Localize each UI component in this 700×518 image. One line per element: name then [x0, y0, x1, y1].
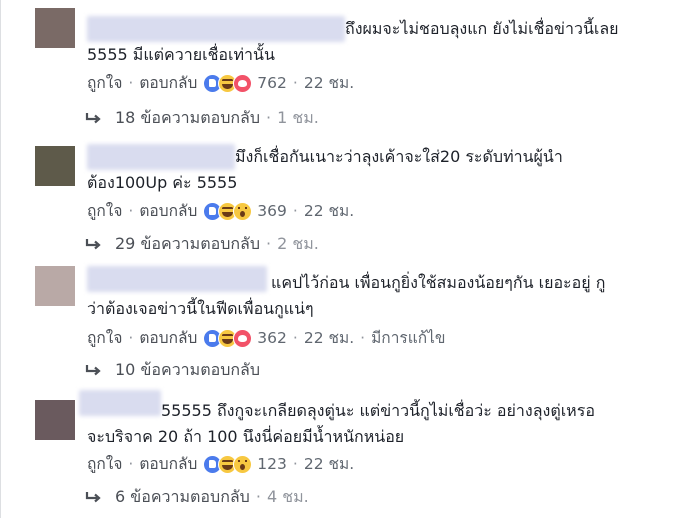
- reply-arrow-icon: [85, 491, 101, 503]
- replies-timestamp: 1 ชม.: [277, 108, 319, 127]
- avatar[interactable]: [35, 146, 75, 186]
- comment-timestamp[interactable]: 22 ชม.: [304, 200, 354, 222]
- wow-icon: [233, 454, 253, 474]
- comment-actions: ถูกใจ · ตอบกลับ 362 · 22 ชม. · มีการแก้ไ…: [87, 327, 446, 349]
- reply-arrow-icon: [85, 112, 101, 124]
- view-replies-link[interactable]: 18 ข้อความตอบกลับ · 1 ชม.: [85, 107, 319, 129]
- reply-arrow-icon: [85, 238, 101, 250]
- like-link[interactable]: ถูกใจ: [87, 453, 122, 475]
- reactions-summary[interactable]: 762: [203, 72, 287, 94]
- like-link[interactable]: ถูกใจ: [87, 200, 122, 222]
- separator-dot: ·: [266, 234, 272, 253]
- author-name-redacted[interactable]: [79, 390, 161, 416]
- avatar[interactable]: [35, 400, 75, 440]
- view-replies-link[interactable]: 29 ข้อความตอบกลับ · 2 ชม.: [85, 233, 319, 255]
- reaction-count: 123: [257, 455, 287, 473]
- reaction-count: 369: [257, 202, 287, 220]
- separator-dot: ·: [292, 329, 298, 347]
- comment-text-line: 5555 มีแต่ควายเชื่อเท่านั้น: [87, 45, 275, 64]
- comment-actions: ถูกใจ · ตอบกลับ 369 · 22 ชม.: [87, 200, 354, 222]
- love-icon: [233, 73, 253, 93]
- replies-count-label[interactable]: 29 ข้อความตอบกลับ: [115, 233, 260, 255]
- separator-dot: ·: [292, 455, 298, 473]
- avatar[interactable]: [35, 8, 75, 48]
- replies-count-label[interactable]: 6 ข้อความตอบกลับ: [115, 486, 250, 508]
- comment-actions: ถูกใจ · ตอบกลับ 762 · 22 ชม.: [87, 72, 354, 94]
- reaction-count: 362: [257, 329, 287, 347]
- comment-thread: ถึงผมจะไม่ชอบลุงแก ยังไม่เชื่อข่าวนี้เลย…: [0, 0, 700, 518]
- comment-actions: ถูกใจ · ตอบกลับ 123 · 22 ชม.: [87, 453, 354, 475]
- replies-timestamp: 4 ชม.: [266, 487, 309, 506]
- comment-timestamp[interactable]: 22 ชม.: [304, 453, 354, 475]
- replies-timestamp: 2 ชม.: [277, 234, 319, 253]
- wow-icon: [233, 201, 253, 221]
- comment-text-line: ต้อง100Up ค่ะ 5555: [87, 173, 238, 192]
- separator-dot: ·: [128, 455, 134, 473]
- reply-link[interactable]: ตอบกลับ: [139, 200, 197, 222]
- reply-link[interactable]: ตอบกลับ: [139, 453, 197, 475]
- like-link[interactable]: ถูกใจ: [87, 72, 122, 94]
- reply-link[interactable]: ตอบกลับ: [139, 327, 197, 349]
- comment-text-line: ถึงผมจะไม่ชอบลุงแก ยังไม่เชื่อข่าวนี้เลย: [345, 19, 619, 38]
- separator-dot: ·: [255, 487, 261, 506]
- reply-arrow-icon: [85, 364, 101, 376]
- comment-text-line: ว่าต้องเจอข่าวนี้ในฟีดเพื่อนกูแน่ๆ: [87, 299, 314, 318]
- separator-dot: ·: [128, 329, 134, 347]
- author-name-redacted[interactable]: [87, 144, 235, 170]
- view-replies-link[interactable]: 10 ข้อความตอบกลับ: [85, 359, 260, 381]
- separator-dot: ·: [128, 74, 134, 92]
- separator-dot: ·: [266, 108, 272, 127]
- reactions-summary[interactable]: 123: [203, 453, 287, 475]
- comment-text-line: แคปไว้ก่อน เพื่อนกูยิ่งใช้สมองน้อยๆกัน เ…: [271, 273, 606, 292]
- avatar[interactable]: [35, 266, 75, 306]
- separator-dot: ·: [128, 202, 134, 220]
- comment-timestamp[interactable]: 22 ชม.: [304, 72, 354, 94]
- replies-count-label[interactable]: 18 ข้อความตอบกลับ: [115, 107, 260, 129]
- separator-dot: ·: [292, 74, 298, 92]
- author-name-redacted[interactable]: [87, 16, 345, 42]
- comment-text-line: มึงก็เชื่อกันเนาะว่าลุงเค้าจะใส่20 ระดับ…: [235, 147, 563, 166]
- separator-dot: ·: [360, 329, 366, 347]
- like-link[interactable]: ถูกใจ: [87, 327, 122, 349]
- reply-link[interactable]: ตอบกลับ: [139, 72, 197, 94]
- comment-text-line: จะบริจาค 20 ถ้า 100 นึงนี่ค่อยมีน้ำหนักห…: [87, 427, 405, 446]
- love-icon: [233, 328, 253, 348]
- view-replies-link[interactable]: 6 ข้อความตอบกลับ · 4 ชม.: [85, 486, 309, 508]
- edited-label[interactable]: มีการแก้ไข: [371, 327, 445, 349]
- replies-count-label[interactable]: 10 ข้อความตอบกลับ: [115, 359, 260, 381]
- comment-text-line: 55555 ถึงกูจะเกลียดลุงตู่นะ แต่ข่าวนี้กู…: [161, 401, 595, 420]
- reactions-summary[interactable]: 362: [203, 327, 287, 349]
- reaction-count: 762: [257, 74, 287, 92]
- separator-dot: ·: [292, 202, 298, 220]
- author-name-redacted[interactable]: [87, 266, 267, 292]
- reactions-summary[interactable]: 369: [203, 200, 287, 222]
- comment-timestamp[interactable]: 22 ชม.: [304, 327, 354, 349]
